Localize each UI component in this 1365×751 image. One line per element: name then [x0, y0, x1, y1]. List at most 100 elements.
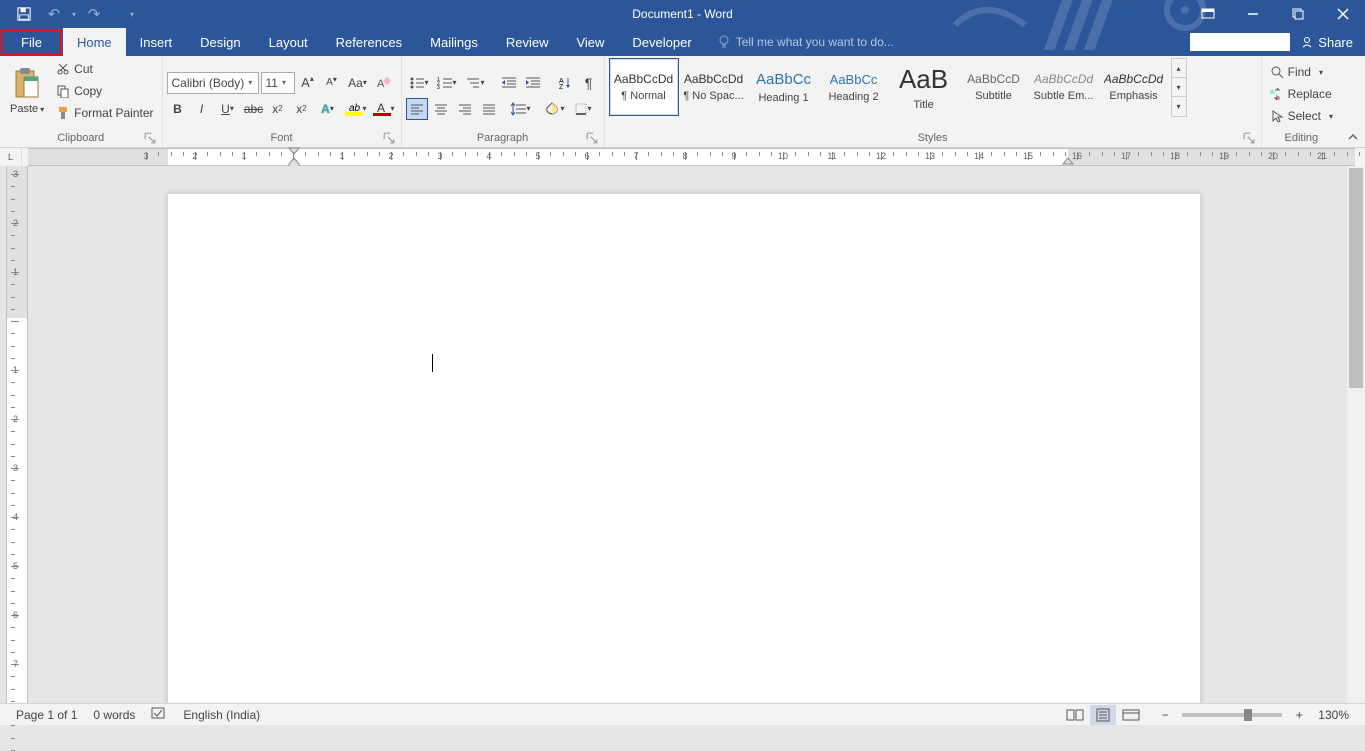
qat-dropdown-icon[interactable]: ▾: [72, 10, 76, 19]
bullets-button[interactable]: ▾: [406, 72, 432, 94]
borders-button[interactable]: ▾: [570, 98, 596, 120]
text-effects-button[interactable]: A▾: [315, 98, 341, 120]
vertical-ruler[interactable]: 32112345678: [6, 166, 28, 703]
style-emphasis[interactable]: AaBbCcDdEmphasis: [1099, 58, 1169, 116]
decrease-indent-button[interactable]: [498, 72, 520, 94]
copy-button[interactable]: Copy: [52, 80, 157, 102]
numbering-button[interactable]: 123▾: [434, 72, 460, 94]
text-cursor: [432, 354, 433, 372]
ribbon-display-options-icon[interactable]: [1185, 0, 1230, 28]
svg-text:a: a: [1270, 89, 1274, 96]
dialog-launcher-icon[interactable]: [586, 132, 598, 144]
zoom-in-button[interactable]: +: [1290, 705, 1308, 725]
styles-gallery-nav: ▴ ▾ ▾: [1171, 58, 1187, 117]
multilevel-list-button[interactable]: ▾: [462, 72, 488, 94]
justify-button[interactable]: [478, 98, 500, 120]
read-mode-button[interactable]: [1062, 705, 1088, 725]
tab-file[interactable]: File: [1, 29, 62, 55]
print-layout-button[interactable]: [1090, 705, 1116, 725]
bold-button[interactable]: B: [167, 98, 189, 120]
scrollbar-thumb[interactable]: [1349, 168, 1363, 388]
search-icon: [1270, 65, 1284, 79]
page-number-status[interactable]: Page 1 of 1: [8, 708, 85, 722]
tab-developer[interactable]: Developer: [618, 28, 705, 56]
font-color-button[interactable]: A▾: [371, 98, 397, 120]
tab-view[interactable]: View: [562, 28, 618, 56]
shrink-font-button[interactable]: A▾: [321, 72, 343, 94]
align-right-button[interactable]: [454, 98, 476, 120]
style-title[interactable]: AaBTitle: [889, 58, 959, 116]
word-count-status[interactable]: 0 words: [85, 708, 143, 722]
style---normal[interactable]: AaBbCcDd¶ Normal: [609, 58, 679, 116]
tab-layout[interactable]: Layout: [255, 28, 322, 56]
dialog-launcher-icon[interactable]: [144, 132, 156, 144]
tab-home[interactable]: Home: [63, 28, 126, 56]
collapse-ribbon-button[interactable]: [1341, 56, 1365, 147]
tab-references[interactable]: References: [322, 28, 416, 56]
maximize-button[interactable]: [1275, 0, 1320, 28]
subscript-button[interactable]: x2: [267, 98, 289, 120]
group-paragraph: ▾ 123▾ ▾ AZ ¶ ▾ ▾ ▾ Para: [402, 56, 605, 147]
underline-button[interactable]: U▾: [215, 98, 241, 120]
web-layout-button[interactable]: [1118, 705, 1144, 725]
close-button[interactable]: [1320, 0, 1365, 28]
horizontal-ruler[interactable]: 321123456789101112131415161718192021: [28, 148, 1355, 166]
style-subtitle[interactable]: AaBbCcDSubtitle: [959, 58, 1029, 116]
qat-customize-icon[interactable]: ▾: [130, 10, 134, 19]
format-painter-button[interactable]: Format Painter: [52, 102, 157, 124]
sort-button[interactable]: AZ: [554, 72, 576, 94]
save-icon[interactable]: [12, 2, 36, 26]
superscript-button[interactable]: x2: [291, 98, 313, 120]
undo-button[interactable]: ↶: [42, 2, 66, 26]
clear-formatting-button[interactable]: A: [373, 72, 395, 94]
gallery-down-button[interactable]: ▾: [1172, 78, 1186, 97]
tab-insert[interactable]: Insert: [126, 28, 187, 56]
redo-button[interactable]: ↷: [82, 2, 106, 26]
font-size-combo[interactable]: 11▾: [261, 72, 295, 94]
style-heading-2[interactable]: AaBbCcHeading 2: [819, 58, 889, 116]
minimize-button[interactable]: [1230, 0, 1275, 28]
document-page[interactable]: [168, 194, 1200, 703]
zoom-level[interactable]: 130%: [1310, 708, 1357, 722]
shading-button[interactable]: ▾: [542, 98, 568, 120]
dialog-launcher-icon[interactable]: [383, 132, 395, 144]
italic-button[interactable]: I: [191, 98, 213, 120]
tab-review[interactable]: Review: [492, 28, 563, 56]
change-case-button[interactable]: Aa▾: [345, 72, 371, 94]
tab-mailings[interactable]: Mailings: [416, 28, 492, 56]
zoom-slider-thumb[interactable]: [1244, 709, 1252, 721]
align-left-button[interactable]: [406, 98, 428, 120]
group-font: Calibri (Body)▾ 11▾ A▴ A▾ Aa▾ A B I U▾ a…: [163, 56, 402, 147]
find-button[interactable]: Find▾: [1266, 61, 1327, 83]
increase-indent-button[interactable]: [522, 72, 544, 94]
show-marks-button[interactable]: ¶: [578, 72, 600, 94]
strikethrough-button[interactable]: abc: [243, 98, 265, 120]
zoom-slider[interactable]: [1182, 713, 1282, 717]
spell-check-status[interactable]: [143, 706, 175, 723]
select-button[interactable]: Select▾: [1266, 105, 1337, 127]
share-button[interactable]: Share: [1300, 35, 1353, 50]
language-status[interactable]: English (India): [175, 708, 268, 722]
tab-selector[interactable]: L: [0, 148, 22, 166]
dialog-launcher-icon[interactable]: [1243, 132, 1255, 144]
style---no-spac---[interactable]: AaBbCcDd¶ No Spac...: [679, 58, 749, 116]
gallery-up-button[interactable]: ▴: [1172, 59, 1186, 78]
search-box[interactable]: [1190, 33, 1290, 51]
replace-button[interactable]: abReplace: [1266, 83, 1336, 105]
svg-text:A: A: [377, 101, 385, 115]
align-center-button[interactable]: [430, 98, 452, 120]
horizontal-ruler-area: L 321123456789101112131415161718192021: [0, 148, 1365, 166]
zoom-out-button[interactable]: −: [1156, 705, 1174, 725]
tab-design[interactable]: Design: [186, 28, 254, 56]
tell-me-search[interactable]: Tell me what you want to do...: [706, 28, 906, 56]
cut-button[interactable]: Cut: [52, 58, 157, 80]
paste-button[interactable]: Paste▾: [4, 58, 50, 124]
grow-font-button[interactable]: A▴: [297, 72, 319, 94]
style-subtle-em---[interactable]: AaBbCcDdSubtle Em...: [1029, 58, 1099, 116]
vertical-scrollbar[interactable]: [1347, 166, 1365, 703]
line-spacing-button[interactable]: ▾: [508, 98, 534, 120]
gallery-more-button[interactable]: ▾: [1172, 97, 1186, 116]
font-name-combo[interactable]: Calibri (Body)▾: [167, 72, 259, 94]
style-heading-1[interactable]: AaBbCcHeading 1: [749, 58, 819, 116]
highlight-button[interactable]: ab▾: [343, 98, 369, 120]
